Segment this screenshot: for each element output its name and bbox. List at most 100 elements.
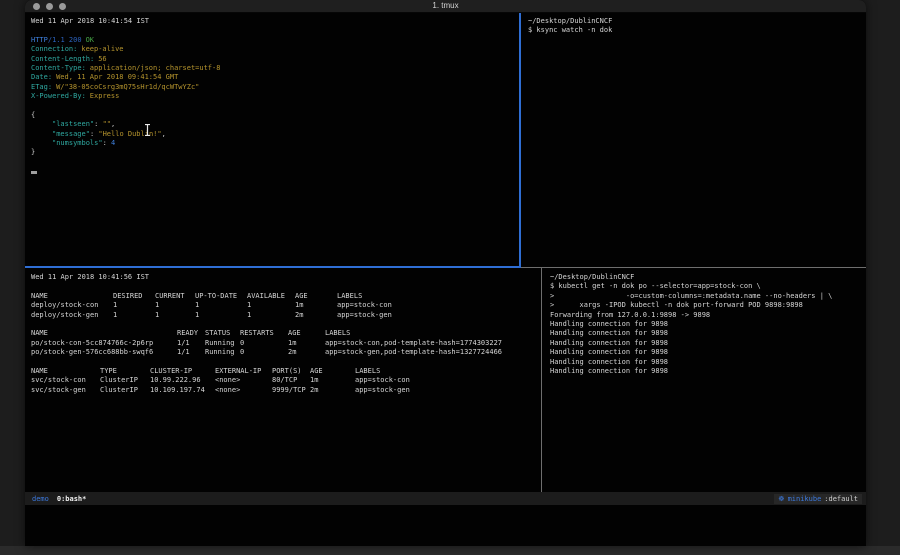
- table-cell: 9999/TCP: [272, 386, 310, 395]
- column-header: TYPE: [100, 367, 150, 376]
- terminal-window: 1. tmux Wed 11 Apr 2018 10:41:54 IST HTT…: [25, 0, 866, 546]
- traffic-lights: [33, 3, 66, 10]
- header-value: W/"38-05coCsrg3mQ75sHr1d/qcWTwYZc": [56, 83, 199, 92]
- table-cell: deploy/stock-gen: [31, 311, 113, 320]
- pane-divider-horizontal-right[interactable]: [521, 267, 866, 268]
- text-cursor-pointer: [144, 124, 151, 136]
- table-cell: 1m: [310, 376, 355, 385]
- zoom-button-icon[interactable]: [59, 3, 66, 10]
- json-separator: :: [103, 139, 111, 148]
- window-titlebar[interactable]: 1. tmux: [25, 0, 866, 13]
- pane-port-forward[interactable]: ~/Desktop/DublinCNCF $ kubectl get -n do…: [543, 268, 866, 492]
- kube-context: minikube: [788, 495, 822, 503]
- pane-http-response[interactable]: Wed 11 Apr 2018 10:41:54 IST HTTP /1.1 2…: [25, 13, 519, 267]
- table-cell: 2m: [310, 386, 355, 395]
- http-protocol: HTTP: [31, 36, 48, 45]
- pane-divider-horizontal-left[interactable]: [25, 266, 521, 268]
- column-header: AGE: [310, 367, 355, 376]
- column-header: DESIRED: [113, 292, 155, 301]
- output-line: Forwarding from 127.0.0.1:9898 -> 9898: [550, 311, 866, 320]
- pods-header-row: NAME READY STATUS RESTARTS AGE LABELS: [31, 329, 541, 338]
- blank-line: [31, 102, 519, 111]
- timestamp-line: Wed 11 Apr 2018 10:41:56 IST: [31, 273, 541, 282]
- column-header: READY: [177, 329, 205, 338]
- table-cell: Running: [205, 339, 240, 348]
- blank-line: [31, 358, 541, 367]
- table-cell: app=stock-gen,pod-template-hash=13277244…: [325, 348, 502, 357]
- column-header: PORT(S): [272, 367, 310, 376]
- json-comma: ,: [111, 120, 115, 129]
- output-line: Handling connection for 9898: [550, 348, 866, 357]
- http-status-line: HTTP /1.1 200 OK: [31, 36, 519, 45]
- window-list-item-active[interactable]: 0:bash*: [57, 495, 87, 503]
- column-header: CLUSTER-IP: [150, 367, 215, 376]
- table-cell: svc/stock-con: [31, 376, 100, 385]
- column-header: AGE: [295, 292, 337, 301]
- header-key: Content-Length:: [31, 55, 94, 64]
- command-continuation-line: > -o=custom-columns=:metadata.name --no-…: [550, 292, 866, 301]
- close-button-icon[interactable]: [33, 3, 40, 10]
- json-key: "message": [52, 130, 90, 139]
- json-value: "": [103, 120, 111, 129]
- table-cell: 1: [155, 301, 195, 310]
- header-value: Wed, 11 Apr 2018 09:41:54 GMT: [56, 73, 178, 82]
- http-header-line: Content-Type: application/json; charset=…: [31, 64, 519, 73]
- table-cell: 1: [113, 311, 155, 320]
- table-cell: svc/stock-gen: [31, 386, 100, 395]
- json-value: 4: [111, 139, 115, 148]
- cwd-line: ~/Desktop/DublinCNCF: [550, 273, 866, 282]
- table-cell: 0: [240, 339, 288, 348]
- json-field-line: "message": "Hello Dublin!",: [31, 130, 519, 139]
- table-cell: 1/1: [177, 348, 205, 357]
- table-cell: 1: [155, 311, 195, 320]
- header-key: Content-Type:: [31, 64, 86, 73]
- output-line: Handling connection for 9898: [550, 358, 866, 367]
- column-header: STATUS: [205, 329, 240, 338]
- pane-ksync[interactable]: ~/Desktop/DublinCNCF $ ksync watch -n do…: [521, 13, 866, 267]
- table-cell: app=stock-gen: [355, 386, 410, 395]
- pane-kubectl-resources[interactable]: Wed 11 Apr 2018 10:41:56 IST NAME DESIRE…: [25, 268, 541, 492]
- pane-divider-vertical-bottom[interactable]: [541, 268, 542, 492]
- timestamp-line: Wed 11 Apr 2018 10:41:54 IST: [31, 17, 519, 26]
- table-cell: 0: [240, 348, 288, 357]
- output-line: Handling connection for 9898: [550, 329, 866, 338]
- command-line: $ kubectl get -n dok po --selector=app=s…: [550, 282, 866, 291]
- header-value: application/json; charset=utf-8: [90, 64, 221, 73]
- table-cell: 2m: [288, 348, 325, 357]
- table-cell: 1: [247, 311, 295, 320]
- table-cell: Running: [205, 348, 240, 357]
- header-value: Express: [90, 92, 120, 101]
- table-row: deploy/stock-con 1 1 1 1 1m app=stock-co…: [31, 301, 541, 310]
- json-separator: :: [90, 130, 98, 139]
- pane-divider-vertical-top[interactable]: [519, 13, 521, 267]
- header-key: X-Powered-By:: [31, 92, 86, 101]
- column-header: EXTERNAL-IP: [215, 367, 272, 376]
- json-key: "lastseen": [52, 120, 94, 129]
- json-comma: ,: [162, 130, 166, 139]
- header-key: ETag:: [31, 83, 52, 92]
- column-header: RESTARTS: [240, 329, 288, 338]
- http-header-line: ETag: W/"38-05coCsrg3mQ75sHr1d/qcWTwYZc": [31, 83, 519, 92]
- prompt-line: [31, 171, 519, 180]
- output-line: Handling connection for 9898: [550, 320, 866, 329]
- table-row: po/stock-gen-576cc688bb-swqf6 1/1 Runnin…: [31, 348, 541, 357]
- header-value: 56: [98, 55, 106, 64]
- table-row: svc/stock-gen ClusterIP 10.109.197.74 <n…: [31, 386, 541, 395]
- terminal-cursor: [31, 171, 37, 174]
- table-cell: app=stock-con: [355, 376, 410, 385]
- minimize-button-icon[interactable]: [46, 3, 53, 10]
- deployments-header-row: NAME DESIRED CURRENT UP-TO-DATE AVAILABL…: [31, 292, 541, 301]
- json-close-brace: }: [31, 148, 519, 157]
- column-header: NAME: [31, 329, 177, 338]
- column-header: CURRENT: [155, 292, 195, 301]
- desktop-background: 1. tmux Wed 11 Apr 2018 10:41:54 IST HTT…: [0, 0, 900, 555]
- blank-line: [31, 158, 519, 167]
- kube-context-segment: ☸ minikube :default: [774, 494, 862, 504]
- blank-line: [31, 26, 519, 35]
- table-cell: po/stock-gen-576cc688bb-swqf6: [31, 348, 177, 357]
- output-line: Handling connection for 9898: [550, 367, 866, 376]
- http-version-status: /1.1 200: [48, 36, 82, 45]
- table-cell: deploy/stock-con: [31, 301, 113, 310]
- header-key: Date:: [31, 73, 52, 82]
- table-cell: 1: [195, 311, 247, 320]
